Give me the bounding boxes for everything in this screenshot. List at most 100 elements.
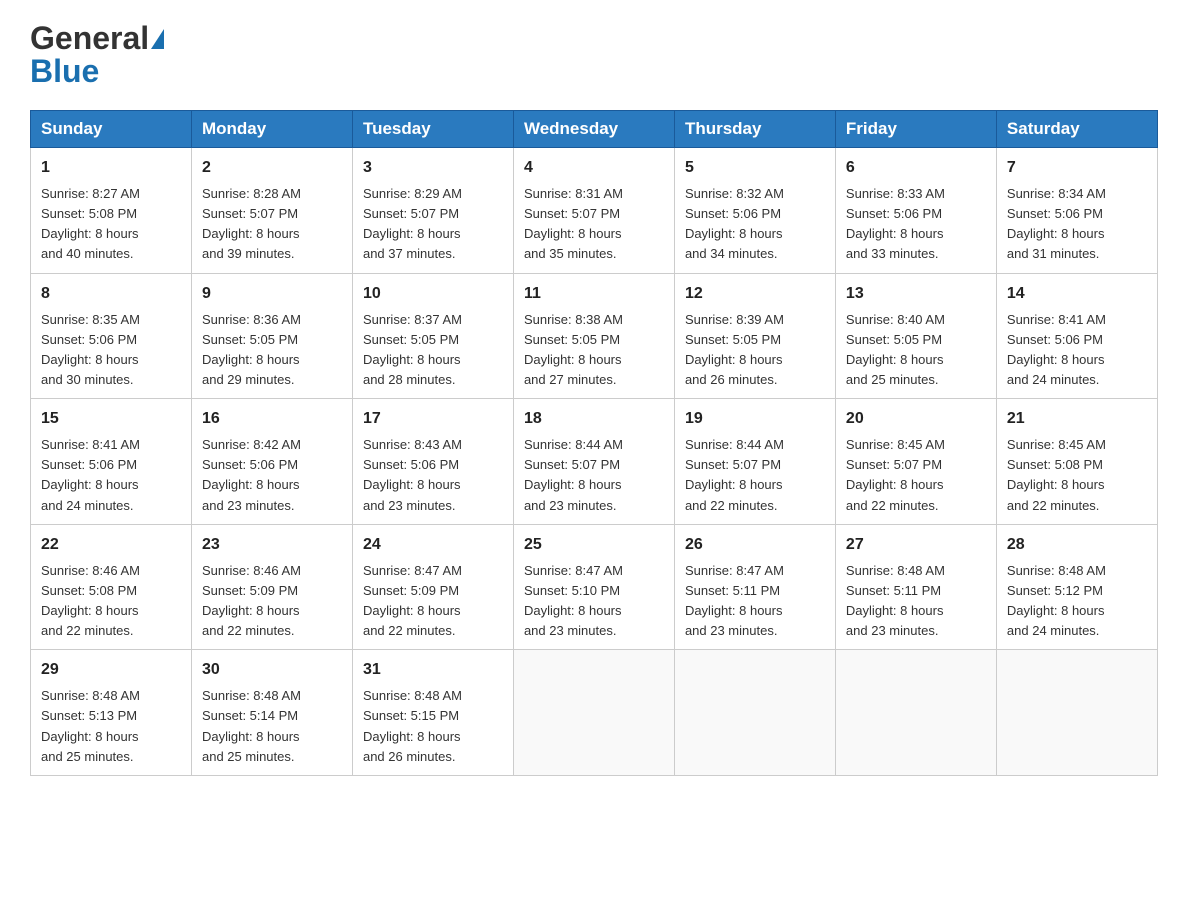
day-number: 15 <box>41 407 181 431</box>
day-info: Sunrise: 8:46 AMSunset: 5:08 PMDaylight:… <box>41 561 181 642</box>
day-info: Sunrise: 8:33 AMSunset: 5:06 PMDaylight:… <box>846 184 986 265</box>
calendar-day-cell: 7 Sunrise: 8:34 AMSunset: 5:06 PMDaylight… <box>996 148 1157 274</box>
day-number: 26 <box>685 533 825 557</box>
logo: General Blue <box>30 20 164 90</box>
day-number: 25 <box>524 533 664 557</box>
day-number: 6 <box>846 156 986 180</box>
calendar-day-cell: 18Sunrise: 8:44 AMSunset: 5:07 PMDayligh… <box>513 399 674 525</box>
calendar-day-cell: 22 Sunrise: 8:46 AMSunset: 5:08 PMDayligh… <box>31 524 192 650</box>
day-of-week-header: Friday <box>835 111 996 148</box>
calendar-day-cell <box>835 650 996 776</box>
day-of-week-header: Monday <box>191 111 352 148</box>
day-info: Sunrise: 8:40 AMSunset: 5:05 PMDaylight:… <box>846 310 986 391</box>
calendar-week-row: 8 Sunrise: 8:35 AMSunset: 5:06 PMDaylight… <box>31 273 1158 399</box>
calendar-day-cell: 13 Sunrise: 8:40 AMSunset: 5:05 PMDayligh… <box>835 273 996 399</box>
day-number: 21 <box>1007 407 1147 431</box>
calendar-day-cell: 1 Sunrise: 8:27 AMSunset: 5:08 PMDaylight… <box>31 148 192 274</box>
calendar-day-cell: 3Sunrise: 8:29 AMSunset: 5:07 PMDaylight… <box>352 148 513 274</box>
calendar-day-cell <box>674 650 835 776</box>
day-number: 1 <box>41 156 181 180</box>
day-number: 9 <box>202 282 342 306</box>
day-number: 13 <box>846 282 986 306</box>
day-number: 23 <box>202 533 342 557</box>
day-info: Sunrise: 8:44 AMSunset: 5:07 PMDaylight:… <box>685 435 825 516</box>
calendar-day-cell: 27 Sunrise: 8:48 AMSunset: 5:11 PMDayligh… <box>835 524 996 650</box>
day-info: Sunrise: 8:43 AMSunset: 5:06 PMDaylight:… <box>363 435 503 516</box>
calendar-day-cell: 16Sunrise: 8:42 AMSunset: 5:06 PMDayligh… <box>191 399 352 525</box>
day-info: Sunrise: 8:41 AMSunset: 5:06 PMDaylight:… <box>41 435 181 516</box>
day-number: 4 <box>524 156 664 180</box>
calendar-day-cell: 19 Sunrise: 8:44 AMSunset: 5:07 PMDayligh… <box>674 399 835 525</box>
calendar-week-row: 22 Sunrise: 8:46 AMSunset: 5:08 PMDayligh… <box>31 524 1158 650</box>
day-info: Sunrise: 8:39 AMSunset: 5:05 PMDaylight:… <box>685 310 825 391</box>
calendar-day-cell: 17Sunrise: 8:43 AMSunset: 5:06 PMDayligh… <box>352 399 513 525</box>
day-of-week-header: Saturday <box>996 111 1157 148</box>
calendar-day-cell: 11 Sunrise: 8:38 AMSunset: 5:05 PMDayligh… <box>513 273 674 399</box>
day-number: 22 <box>41 533 181 557</box>
day-info: Sunrise: 8:32 AMSunset: 5:06 PMDaylight:… <box>685 184 825 265</box>
calendar-day-cell: 5 Sunrise: 8:32 AMSunset: 5:06 PMDaylight… <box>674 148 835 274</box>
page-header: General Blue <box>30 20 1158 90</box>
day-number: 27 <box>846 533 986 557</box>
day-info: Sunrise: 8:44 AMSunset: 5:07 PMDaylight:… <box>524 435 664 516</box>
day-info: Sunrise: 8:28 AMSunset: 5:07 PMDaylight:… <box>202 184 342 265</box>
day-info: Sunrise: 8:36 AMSunset: 5:05 PMDaylight:… <box>202 310 342 391</box>
day-number: 7 <box>1007 156 1147 180</box>
day-number: 5 <box>685 156 825 180</box>
day-info: Sunrise: 8:31 AMSunset: 5:07 PMDaylight:… <box>524 184 664 265</box>
calendar-day-cell: 2 Sunrise: 8:28 AMSunset: 5:07 PMDaylight… <box>191 148 352 274</box>
day-number: 2 <box>202 156 342 180</box>
calendar-day-cell: 25 Sunrise: 8:47 AMSunset: 5:10 PMDayligh… <box>513 524 674 650</box>
day-info: Sunrise: 8:38 AMSunset: 5:05 PMDaylight:… <box>524 310 664 391</box>
calendar-day-cell: 15 Sunrise: 8:41 AMSunset: 5:06 PMDayligh… <box>31 399 192 525</box>
day-number: 3 <box>363 156 503 180</box>
calendar-week-row: 29 Sunrise: 8:48 AMSunset: 5:13 PMDayligh… <box>31 650 1158 776</box>
calendar-day-cell: 30Sunrise: 8:48 AMSunset: 5:14 PMDayligh… <box>191 650 352 776</box>
calendar-day-cell: 12 Sunrise: 8:39 AMSunset: 5:05 PMDayligh… <box>674 273 835 399</box>
day-info: Sunrise: 8:48 AMSunset: 5:12 PMDaylight:… <box>1007 561 1147 642</box>
day-number: 12 <box>685 282 825 306</box>
logo-general-text: General <box>30 20 149 57</box>
day-number: 20 <box>846 407 986 431</box>
day-info: Sunrise: 8:41 AMSunset: 5:06 PMDaylight:… <box>1007 310 1147 391</box>
calendar-day-cell: 10 Sunrise: 8:37 AMSunset: 5:05 PMDayligh… <box>352 273 513 399</box>
day-info: Sunrise: 8:48 AMSunset: 5:13 PMDaylight:… <box>41 686 181 767</box>
day-info: Sunrise: 8:37 AMSunset: 5:05 PMDaylight:… <box>363 310 503 391</box>
calendar-day-cell: 8 Sunrise: 8:35 AMSunset: 5:06 PMDaylight… <box>31 273 192 399</box>
calendar-day-cell: 31 Sunrise: 8:48 AMSunset: 5:15 PMDayligh… <box>352 650 513 776</box>
calendar-day-cell: 24 Sunrise: 8:47 AMSunset: 5:09 PMDayligh… <box>352 524 513 650</box>
day-number: 14 <box>1007 282 1147 306</box>
day-info: Sunrise: 8:47 AMSunset: 5:11 PMDaylight:… <box>685 561 825 642</box>
day-number: 24 <box>363 533 503 557</box>
day-number: 19 <box>685 407 825 431</box>
day-info: Sunrise: 8:47 AMSunset: 5:10 PMDaylight:… <box>524 561 664 642</box>
day-info: Sunrise: 8:35 AMSunset: 5:06 PMDaylight:… <box>41 310 181 391</box>
day-number: 11 <box>524 282 664 306</box>
day-info: Sunrise: 8:48 AMSunset: 5:15 PMDaylight:… <box>363 686 503 767</box>
calendar-day-cell: 28Sunrise: 8:48 AMSunset: 5:12 PMDayligh… <box>996 524 1157 650</box>
logo-triangle-icon <box>151 29 164 49</box>
day-of-week-header: Tuesday <box>352 111 513 148</box>
day-number: 10 <box>363 282 503 306</box>
day-of-week-header: Thursday <box>674 111 835 148</box>
day-info: Sunrise: 8:48 AMSunset: 5:11 PMDaylight:… <box>846 561 986 642</box>
day-info: Sunrise: 8:47 AMSunset: 5:09 PMDaylight:… <box>363 561 503 642</box>
calendar-day-cell: 21Sunrise: 8:45 AMSunset: 5:08 PMDayligh… <box>996 399 1157 525</box>
calendar-day-cell: 9 Sunrise: 8:36 AMSunset: 5:05 PMDaylight… <box>191 273 352 399</box>
day-info: Sunrise: 8:27 AMSunset: 5:08 PMDaylight:… <box>41 184 181 265</box>
calendar-day-cell: 4 Sunrise: 8:31 AMSunset: 5:07 PMDaylight… <box>513 148 674 274</box>
day-of-week-header: Wednesday <box>513 111 674 148</box>
day-number: 8 <box>41 282 181 306</box>
day-number: 30 <box>202 658 342 682</box>
logo-blue-text: Blue <box>30 53 99 90</box>
calendar-day-cell <box>996 650 1157 776</box>
day-info: Sunrise: 8:34 AMSunset: 5:06 PMDaylight:… <box>1007 184 1147 265</box>
day-number: 29 <box>41 658 181 682</box>
day-number: 31 <box>363 658 503 682</box>
day-info: Sunrise: 8:45 AMSunset: 5:07 PMDaylight:… <box>846 435 986 516</box>
calendar-week-row: 1 Sunrise: 8:27 AMSunset: 5:08 PMDaylight… <box>31 148 1158 274</box>
day-info: Sunrise: 8:46 AMSunset: 5:09 PMDaylight:… <box>202 561 342 642</box>
calendar-day-cell: 14 Sunrise: 8:41 AMSunset: 5:06 PMDayligh… <box>996 273 1157 399</box>
calendar-day-cell: 29 Sunrise: 8:48 AMSunset: 5:13 PMDayligh… <box>31 650 192 776</box>
day-info: Sunrise: 8:42 AMSunset: 5:06 PMDaylight:… <box>202 435 342 516</box>
